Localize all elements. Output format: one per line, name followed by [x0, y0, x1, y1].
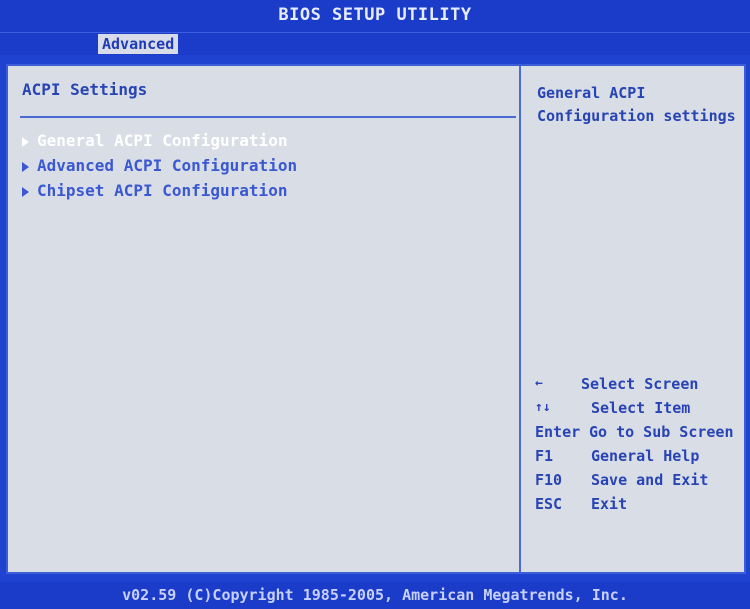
key-row-select-item: ↑↓ Select Item	[535, 396, 743, 420]
key-row-esc: ESC Exit	[535, 492, 743, 516]
main-panel: ACPI Settings General ACPI Configuration…	[6, 64, 746, 574]
left-arrow-icon: ←	[535, 376, 543, 391]
key-row-select-screen: ← Select Screen	[535, 372, 743, 396]
submenu-arrow-icon	[22, 137, 29, 147]
menu-item-chipset-acpi[interactable]: Chipset ACPI Configuration	[22, 178, 297, 203]
section-divider	[20, 116, 516, 118]
key-desc: Select Item	[591, 399, 691, 417]
bios-title: BIOS SETUP UTILITY	[278, 5, 472, 25]
key-label: F10	[535, 471, 563, 489]
up-down-arrow-icon: ↑↓	[535, 400, 551, 415]
menu-item-label: General ACPI Configuration	[37, 131, 288, 150]
key-desc: Save and Exit	[591, 471, 709, 489]
key-row-enter: Enter Go to Sub Screen	[535, 420, 743, 444]
help-text: General ACPI Configuration settings	[537, 82, 742, 128]
key-desc: Go to Sub Screen	[589, 423, 734, 441]
key-desc: Exit	[591, 495, 628, 513]
submenu-arrow-icon	[22, 187, 29, 197]
help-pane: General ACPI Configuration settings ← Se…	[521, 66, 744, 572]
settings-pane: ACPI Settings General ACPI Configuration…	[8, 66, 521, 572]
help-line-2: Configuration settings	[537, 107, 736, 125]
tab-strip: Advanced	[0, 32, 750, 55]
key-label: F1	[535, 447, 554, 465]
tab-advanced[interactable]: Advanced	[98, 34, 179, 54]
menu-item-general-acpi[interactable]: General ACPI Configuration	[22, 128, 297, 153]
key-desc: General Help	[591, 447, 700, 465]
menu-item-label: Chipset ACPI Configuration	[37, 181, 288, 200]
key-legend: ← Select Screen ↑↓ Select Item Enter Go …	[535, 372, 743, 516]
help-line-1: General ACPI	[537, 84, 646, 102]
section-title: ACPI Settings	[22, 80, 148, 99]
menu-item-label: Advanced ACPI Configuration	[37, 156, 298, 175]
key-desc: Select Screen	[581, 375, 699, 393]
copyright-footer: v02.59 (C)Copyright 1985-2005, American …	[0, 582, 750, 609]
copyright-text: v02.59 (C)Copyright 1985-2005, American …	[122, 586, 628, 604]
key-label: Enter	[535, 423, 581, 441]
menu-item-advanced-acpi[interactable]: Advanced ACPI Configuration	[22, 153, 297, 178]
title-bar: BIOS SETUP UTILITY	[0, 0, 750, 32]
bios-screen: BIOS SETUP UTILITY Advanced ACPI Setting…	[0, 0, 750, 609]
key-row-f10: F10 Save and Exit	[535, 468, 743, 492]
key-label: ESC	[535, 495, 563, 513]
submenu-list: General ACPI Configuration Advanced ACPI…	[22, 128, 297, 203]
key-row-f1: F1 General Help	[535, 444, 743, 468]
submenu-arrow-icon	[22, 162, 29, 172]
